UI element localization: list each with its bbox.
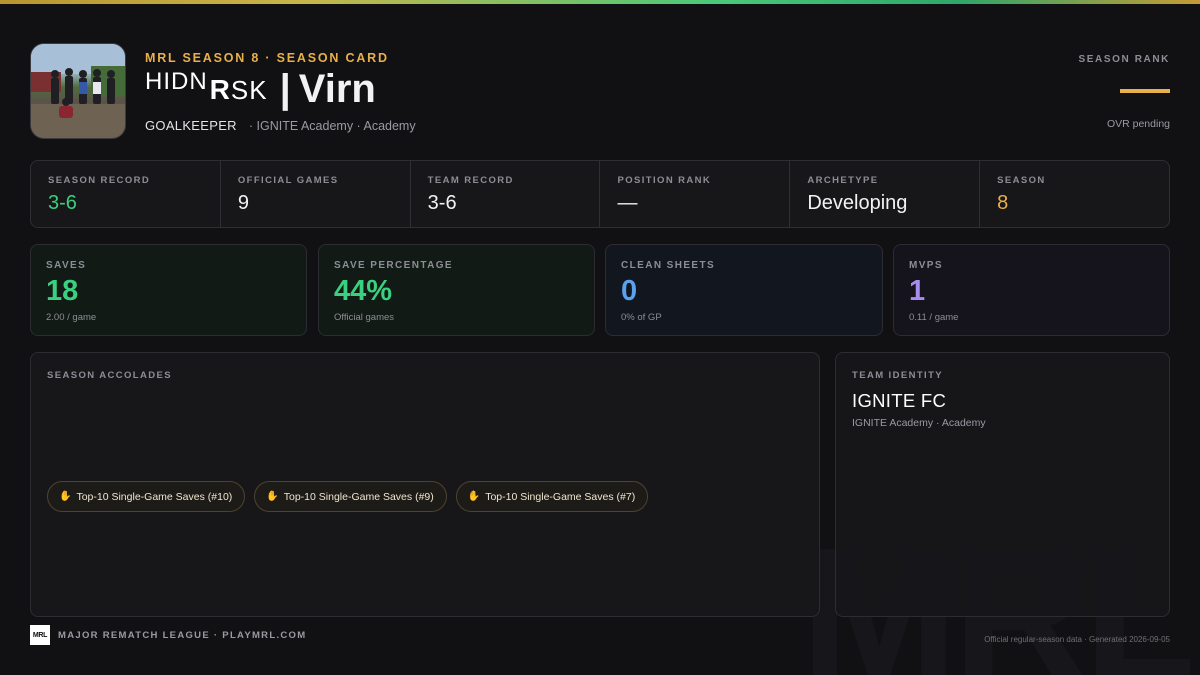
team-photo-icon: [31, 44, 125, 138]
summary-position-rank: POSITION RANK —: [600, 161, 791, 227]
accolade-chip: ✋ Top-10 Single-Game Saves (#9): [254, 481, 447, 512]
summary-value: 3-6: [427, 192, 457, 214]
summary-value: 8: [997, 192, 1009, 214]
stat-sub: Official games: [334, 312, 395, 323]
accolade-text: Top-10 Single-Game Saves (#10): [76, 490, 233, 503]
stat-label: SAVE PERCENTAGE: [334, 260, 453, 271]
team-logo-text: HIDN RSK: [145, 70, 268, 104]
team-name: IGNITE FC: [852, 390, 947, 411]
summary-archetype: ARCHETYPE Developing: [790, 161, 981, 227]
stat-card-clean-sheets: CLEAN SHEETS 0 0% of GP: [605, 244, 883, 336]
stat-value: 0: [621, 275, 638, 307]
player-subline: GOALKEEPER · IGNITE Academy · Academy: [145, 118, 416, 133]
summary-label: POSITION RANK: [617, 175, 712, 186]
player-position: GOALKEEPER: [145, 118, 237, 133]
summary-label: SEASON: [997, 175, 1046, 186]
summary-label: ARCHETYPE: [807, 175, 879, 186]
season-rank-label: SEASON RANK: [1078, 54, 1170, 65]
generated-note: Official regular-season data · Generated…: [984, 635, 1170, 644]
name-separator: |: [279, 67, 291, 111]
team-subline: IGNITE Academy · Academy: [852, 417, 986, 429]
goalkeeper-glove-icon: ✋: [266, 490, 279, 502]
goalkeeper-glove-icon: ✋: [59, 490, 72, 502]
stat-card-mvps: MVPS 1 0.11 / game: [893, 244, 1170, 336]
summary-value: 3-6: [48, 192, 77, 214]
stat-card-saves: SAVES 18 2.00 / game: [30, 244, 307, 336]
accolades-label: SEASON ACCOLADES: [47, 370, 172, 381]
accolade-chip: ✋ Top-10 Single-Game Saves (#7): [455, 481, 649, 512]
top-accent-bar: [0, 0, 1200, 4]
season-accolades-panel: SEASON ACCOLADES ✋ Top-10 Single-Game Sa…: [30, 352, 820, 617]
stat-card-save-percentage: SAVE PERCENTAGE 44% Official games: [318, 244, 595, 336]
player-name: Virn: [298, 67, 376, 111]
accolade-chips: ✋ Top-10 Single-Game Saves (#10) ✋ Top-1…: [47, 481, 649, 512]
team-logo-part-a: HIDN: [145, 68, 208, 95]
player-affiliation: · IGNITE Academy · Academy: [248, 119, 416, 133]
stat-label: CLEAN SHEETS: [621, 260, 716, 271]
summary-value: Developing: [807, 192, 908, 214]
accolade-text: Top-10 Single-Game Saves (#7): [485, 490, 636, 503]
summary-label: TEAM RECORD: [427, 175, 514, 186]
stat-sub: 0% of GP: [621, 312, 662, 323]
summary-season: SEASON 8: [980, 161, 1169, 227]
stat-value: 44%: [334, 275, 393, 307]
stat-sub: 2.00 / game: [46, 312, 97, 323]
accolade-text: Top-10 Single-Game Saves (#9): [283, 490, 434, 503]
team-photo-avatar: [30, 43, 126, 139]
player-title: HIDN RSK | Virn: [145, 68, 376, 112]
stat-label: SAVES: [46, 260, 87, 271]
goalkeeper-glove-icon: ✋: [467, 490, 481, 502]
mrl-logo: MRL: [30, 625, 50, 645]
summary-label: SEASON RECORD: [48, 175, 151, 186]
league-footer: MAJOR REMATCH LEAGUE · PLAYMRL.COM: [58, 630, 307, 641]
team-logo-part-b: RSK: [210, 76, 268, 104]
accolade-chip: ✋ Top-10 Single-Game Saves (#10): [47, 481, 246, 512]
stat-value: 18: [46, 275, 79, 307]
season-rank-bar: [1120, 89, 1170, 93]
summary-season-record: SEASON RECORD 3-6: [31, 161, 221, 227]
summary-team-record: TEAM RECORD 3-6: [411, 161, 601, 227]
season-summary-strip: SEASON RECORD 3-6 OFFICIAL GAMES 9 TEAM …: [30, 160, 1170, 228]
team-identity-label: TEAM IDENTITY: [852, 370, 944, 381]
stat-value: 1: [909, 275, 926, 307]
summary-label: OFFICIAL GAMES: [237, 175, 339, 186]
season-card-kicker: MRL SEASON 8 · SEASON CARD: [145, 51, 389, 65]
summary-official-games: OFFICIAL GAMES 9: [221, 161, 411, 227]
summary-value: —: [617, 192, 638, 214]
team-logo-bold-letter: R: [209, 74, 231, 105]
stat-sub: 0.11 / game: [909, 312, 959, 323]
summary-value: 9: [237, 192, 249, 214]
team-logo-part-b-rest: SK: [230, 75, 268, 105]
stat-label: MVPS: [909, 260, 943, 271]
season-rank-status: OVR pending: [1106, 118, 1170, 130]
team-identity-panel: TEAM IDENTITY IGNITE FC IGNITE Academy ·…: [835, 352, 1170, 617]
